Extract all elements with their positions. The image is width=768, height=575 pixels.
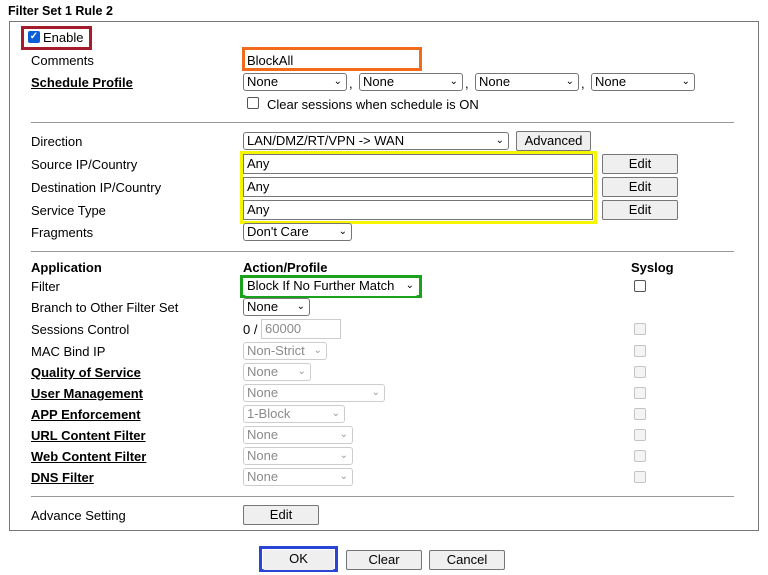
- dns-filter-link[interactable]: DNS Filter: [31, 470, 94, 485]
- chevron-down-icon: ⌄: [449, 76, 458, 87]
- cancel-button[interactable]: Cancel: [429, 550, 505, 570]
- chevron-down-icon: ⌄: [339, 429, 348, 440]
- chevron-down-icon: ⌄: [681, 76, 690, 87]
- mac-bind-syslog-checkbox[interactable]: [634, 345, 646, 357]
- chevron-down-icon: ⌄: [339, 471, 348, 482]
- checkmark-icon: ✓: [29, 31, 39, 42]
- direction-select[interactable]: LAN/DMZ/RT/VPN -> WAN ⌄: [243, 132, 509, 150]
- service-label: Service Type: [31, 203, 106, 218]
- advance-edit-button[interactable]: Edit: [243, 505, 319, 525]
- web-content-filter-select[interactable]: None ⌄: [243, 447, 353, 465]
- divider: [31, 496, 734, 497]
- app-enforcement-link[interactable]: APP Enforcement: [31, 407, 141, 422]
- clear-sessions-label: Clear sessions when schedule is ON: [267, 97, 479, 112]
- clear-sessions-checkbox[interactable]: [247, 97, 259, 109]
- chevron-down-icon: ⌄: [495, 135, 504, 146]
- url-content-filter-link[interactable]: URL Content Filter: [31, 428, 146, 443]
- advance-setting-label: Advance Setting: [31, 508, 126, 523]
- separator: ,: [465, 76, 469, 91]
- app-enforcement-select[interactable]: 1-Block ⌄: [243, 405, 345, 423]
- chevron-down-icon: ⌄: [296, 301, 305, 312]
- comments-input[interactable]: BlockAll: [247, 53, 293, 68]
- chevron-down-icon: ⌄: [338, 226, 347, 237]
- ok-button[interactable]: OK: [263, 550, 334, 570]
- url-content-filter-select[interactable]: None ⌄: [243, 426, 353, 444]
- destination-field[interactable]: Any: [243, 177, 593, 197]
- comments-label: Comments: [31, 53, 94, 68]
- enable-label: Enable: [43, 30, 84, 45]
- divider: [31, 122, 734, 123]
- chevron-down-icon: ⌄: [313, 345, 322, 356]
- app-enforcement-syslog-checkbox[interactable]: [634, 408, 646, 420]
- schedule-select-4[interactable]: None ⌄: [591, 73, 695, 91]
- chevron-down-icon: ⌄: [339, 450, 348, 461]
- schedule-profile-link[interactable]: Schedule Profile: [31, 75, 133, 90]
- service-edit-button[interactable]: Edit: [602, 200, 678, 220]
- web-content-filter-syslog-checkbox[interactable]: [634, 450, 646, 462]
- source-field[interactable]: Any: [243, 154, 593, 174]
- service-field[interactable]: Any: [243, 200, 593, 220]
- chevron-down-icon: ⌄: [405, 280, 414, 291]
- sessions-current: 0 /: [243, 322, 258, 337]
- qos-select[interactable]: None ⌄: [243, 363, 311, 381]
- dns-filter-select[interactable]: None ⌄: [243, 468, 353, 486]
- page-title: Filter Set 1 Rule 2: [8, 4, 113, 18]
- divider: [31, 251, 734, 252]
- chevron-down-icon: ⌄: [297, 366, 306, 377]
- destination-edit-button[interactable]: Edit: [602, 177, 678, 197]
- mac-bind-select[interactable]: Non-Strict ⌄: [243, 342, 327, 360]
- sessions-label: Sessions Control: [31, 322, 130, 337]
- url-content-filter-syslog-checkbox[interactable]: [634, 429, 646, 441]
- separator: ,: [581, 76, 585, 91]
- chevron-down-icon: ⌄: [333, 76, 342, 87]
- schedule-select-2[interactable]: None ⌄: [359, 73, 463, 91]
- filter-syslog-checkbox[interactable]: [634, 280, 646, 292]
- qos-link[interactable]: Quality of Service: [31, 365, 141, 380]
- source-edit-button[interactable]: Edit: [602, 154, 678, 174]
- user-management-select[interactable]: None ⌄: [243, 384, 385, 402]
- chevron-down-icon: ⌄: [331, 408, 340, 419]
- chevron-down-icon: ⌄: [371, 387, 380, 398]
- user-management-syslog-checkbox[interactable]: [634, 387, 646, 399]
- fragments-label: Fragments: [31, 225, 94, 240]
- user-management-link[interactable]: User Management: [31, 386, 143, 401]
- web-content-filter-link[interactable]: Web Content Filter: [31, 449, 146, 464]
- application-header: Application: [31, 260, 102, 275]
- direction-label: Direction: [31, 134, 83, 149]
- filter-select[interactable]: Block If No Further Match ⌄: [244, 278, 418, 296]
- sessions-max-input[interactable]: 60000: [261, 319, 341, 339]
- clear-button[interactable]: Clear: [346, 550, 422, 570]
- sessions-syslog-checkbox[interactable]: [634, 323, 646, 335]
- branch-select[interactable]: None ⌄: [243, 298, 310, 316]
- enable-checkbox[interactable]: ✓: [28, 31, 40, 43]
- schedule-select-3[interactable]: None ⌄: [475, 73, 579, 91]
- mac-bind-label: MAC Bind IP: [31, 344, 106, 359]
- dns-filter-syslog-checkbox[interactable]: [634, 471, 646, 483]
- fragments-select[interactable]: Don't Care ⌄: [243, 223, 352, 241]
- chevron-down-icon: ⌄: [565, 76, 574, 87]
- qos-syslog-checkbox[interactable]: [634, 366, 646, 378]
- separator: ,: [349, 76, 353, 91]
- action-profile-header: Action/Profile: [243, 260, 328, 275]
- source-label: Source IP/Country: [31, 157, 138, 172]
- schedule-select-1[interactable]: None ⌄: [243, 73, 347, 91]
- syslog-header: Syslog: [631, 260, 674, 275]
- destination-label: Destination IP/Country: [31, 180, 162, 195]
- filter-label: Filter: [31, 279, 60, 294]
- advanced-button[interactable]: Advanced: [516, 131, 591, 151]
- branch-label: Branch to Other Filter Set: [31, 300, 179, 315]
